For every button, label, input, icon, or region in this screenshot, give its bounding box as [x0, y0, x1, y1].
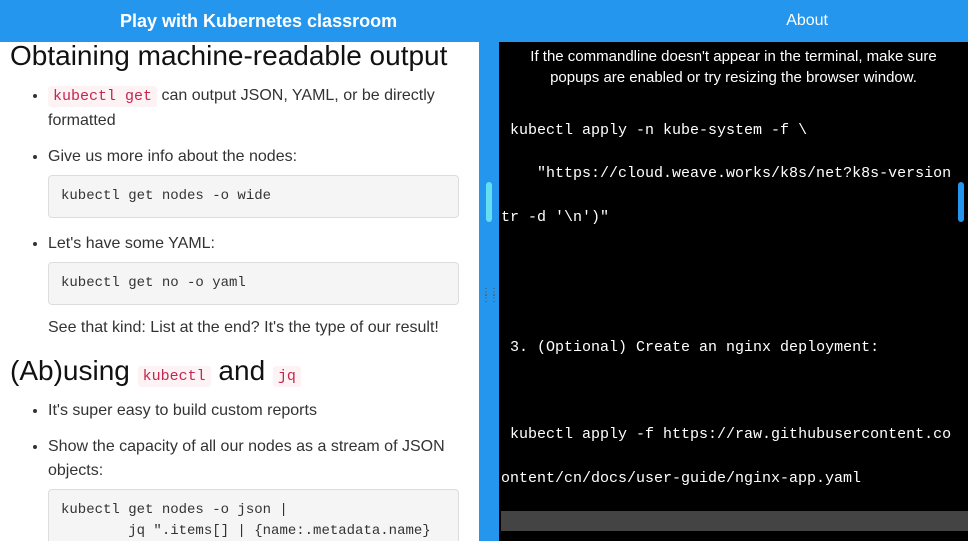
list-item: It's super easy to build custom reports: [48, 399, 459, 423]
code-block[interactable]: kubectl get nodes -o wide: [48, 175, 459, 218]
heading-text: and: [211, 355, 273, 386]
list-item: Show the capacity of all our nodes as a …: [48, 435, 459, 541]
list-text: Give us more info about the nodes:: [48, 148, 297, 165]
list-text: Let's have some YAML:: [48, 235, 215, 252]
inline-code: kubectl: [138, 366, 211, 387]
list-item: kubectl get can output JSON, YAML, or be…: [48, 84, 459, 133]
bullet-list-1: kubectl get can output JSON, YAML, or be…: [10, 84, 459, 305]
heading-text: (Ab)using: [10, 355, 138, 386]
term-line: ontent/cn/docs/user-guide/nginx-app.yaml: [501, 468, 968, 490]
term-line: 3. (Optional) Create an nginx deployment…: [501, 337, 968, 359]
pane-divider[interactable]: ⋮⋮⋮⋮: [479, 42, 499, 541]
term-line: "https://cloud.weave.works/k8s/net?k8s-v…: [501, 163, 968, 185]
paragraph: See that kind: List at the end? It's the…: [48, 319, 459, 337]
bullet-list-2: It's super easy to build custom reports …: [10, 399, 459, 541]
terminal-pane[interactable]: If the commandline doesn't appear in the…: [499, 42, 968, 541]
inline-code: kubectl get: [48, 86, 157, 107]
list-item: Give us more info about the nodes: kubec…: [48, 145, 459, 218]
code-block[interactable]: kubectl get no -o yaml: [48, 262, 459, 305]
about-link[interactable]: About: [786, 12, 828, 30]
inline-code: jq: [273, 366, 301, 387]
term-line: kubectl apply -n kube-system -f \: [501, 120, 968, 142]
terminal-notice: If the commandline doesn't appear in the…: [499, 42, 968, 98]
divider-handle[interactable]: [486, 182, 492, 222]
list-item: Let's have some YAML: kubectl get no -o …: [48, 232, 459, 305]
drag-dots-icon[interactable]: ⋮⋮⋮⋮: [481, 290, 497, 302]
terminal-highlight: [501, 511, 968, 531]
list-text: Show the capacity of all our nodes as a …: [48, 438, 445, 479]
terminal-output[interactable]: kubectl apply -n kube-system -f \ "https…: [499, 98, 968, 541]
scrollbar-thumb[interactable]: [958, 182, 964, 222]
code-block[interactable]: kubectl get nodes -o json | jq ".items[]…: [48, 489, 459, 541]
site-title: Play with Kubernetes classroom: [120, 11, 397, 32]
term-line: kubectl apply -f https://raw.githubuserc…: [501, 424, 968, 446]
term-line: tr -d '\n')": [501, 207, 968, 229]
section-heading-1: Obtaining machine-readable output: [10, 42, 459, 72]
main-container: Obtaining machine-readable output kubect…: [0, 42, 968, 541]
header: Play with Kubernetes classroom About: [0, 0, 968, 42]
section-heading-2: (Ab)using kubectl and jq: [10, 355, 459, 387]
left-content-pane[interactable]: Obtaining machine-readable output kubect…: [0, 42, 479, 541]
